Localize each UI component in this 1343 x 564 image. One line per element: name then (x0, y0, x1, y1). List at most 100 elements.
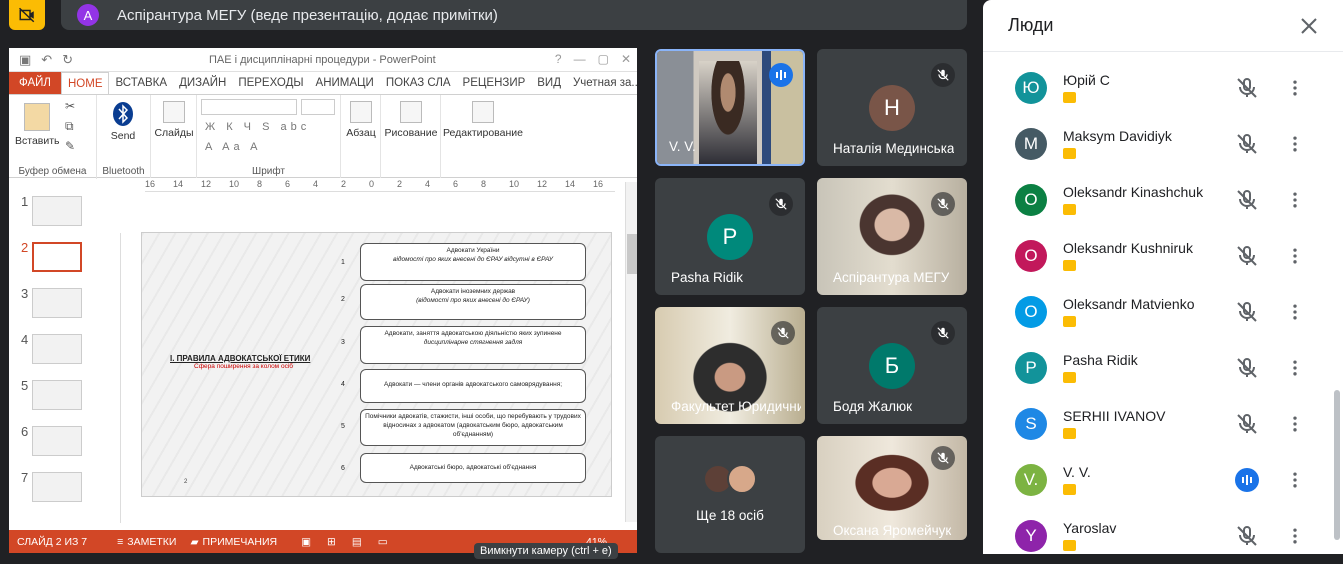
more-options-icon[interactable] (1283, 468, 1307, 492)
account-menu[interactable]: Учетная за... (567, 72, 637, 94)
mic-off-icon[interactable] (1235, 412, 1259, 436)
save-icon[interactable]: ▣ (19, 52, 31, 68)
camera-tooltip: Вимкнути камеру (ctrl + e) (474, 543, 618, 559)
more-options-icon[interactable] (1283, 244, 1307, 268)
paste-button[interactable]: Вставить (15, 103, 60, 147)
more-options-icon[interactable] (1283, 76, 1307, 100)
participant-row[interactable]: V. V. V. (983, 452, 1333, 508)
participant-row[interactable]: M Maksym Davidiyk (983, 116, 1333, 172)
drawing-button[interactable]: Рисование (383, 101, 439, 139)
tab-animations[interactable]: АНИМАЦИ (310, 72, 380, 94)
participant-tile[interactable]: Аспірантура МЕГУ (817, 178, 967, 295)
format-painter-icon[interactable]: ✎ (65, 139, 75, 153)
participant-row[interactable]: Y Yaroslav (983, 508, 1333, 564)
tab-design[interactable]: ДИЗАЙН (173, 72, 232, 94)
mic-off-icon[interactable] (1235, 300, 1259, 324)
bluetooth-icon (113, 102, 133, 126)
participant-row[interactable]: S SERHII IVANOV (983, 396, 1333, 452)
more-participants-tile[interactable]: Ще 18 осіб (655, 436, 805, 553)
people-scrollbar[interactable] (1334, 390, 1340, 540)
participant-row[interactable]: Ю Юрій С (983, 60, 1333, 116)
participant-tile[interactable]: Н Наталія Мединська (817, 49, 967, 166)
item-number: 5 (341, 423, 345, 430)
redo-icon[interactable]: ↻ (62, 52, 73, 68)
notes-button[interactable]: ≡ ЗАМЕТКИ (117, 536, 176, 548)
item-number: 6 (341, 465, 345, 472)
maximize-icon[interactable]: ▢ (598, 52, 609, 66)
help-icon[interactable]: ? (555, 52, 562, 66)
participant-row[interactable]: O Oleksandr Matvienko (983, 284, 1333, 340)
participant-row[interactable]: O Oleksandr Kinashchuk (983, 172, 1333, 228)
mic-off-icon[interactable] (1235, 524, 1259, 548)
slideshow-view-icon[interactable]: ▭ (378, 536, 388, 548)
more-options-icon[interactable] (1283, 412, 1307, 436)
tab-home[interactable]: HOME (60, 72, 110, 94)
ruler-tick: 8 (257, 179, 263, 189)
tab-transitions[interactable]: ПЕРЕХОДЫ (232, 72, 309, 94)
participant-tile-speaking[interactable]: V. V. (655, 49, 805, 166)
participant-tile[interactable]: Факультет Юридичний (655, 307, 805, 424)
participant-name: Юрій С (1063, 72, 1110, 88)
paragraph-button[interactable]: Абзац (343, 101, 379, 139)
current-slide[interactable]: І. ПРАВИЛА АДВОКАТСЬКОЇ ЕТИКИ Сфера поши… (141, 232, 612, 497)
tab-review[interactable]: РЕЦЕНЗИР (457, 72, 532, 94)
close-window-icon[interactable]: ✕ (621, 52, 631, 66)
font-color-icons[interactable]: A Aa A (205, 141, 261, 153)
host-badge-icon (1063, 540, 1076, 551)
comments-button[interactable]: ▰ ПРИМЕЧАНИЯ (190, 536, 277, 548)
editing-button[interactable]: Редактирование (441, 101, 525, 139)
more-participants-label: Ще 18 осіб (696, 508, 764, 523)
ruler-tick: 2 (397, 179, 403, 189)
participant-avatar: M (1015, 128, 1047, 160)
participant-avatar: P (1015, 352, 1047, 384)
participant-name: Факультет Юридичний (671, 399, 801, 414)
tab-view[interactable]: ВИД (531, 72, 567, 94)
mic-off-icon[interactable] (1235, 132, 1259, 156)
font-format-icons[interactable]: Ж К Ч S abc (205, 121, 310, 133)
presenter-banner: A Аспірантура МЕГУ (веде презентацію, до… (61, 0, 967, 30)
more-options-icon[interactable] (1283, 524, 1307, 548)
copy-icon[interactable]: ⧉ (65, 119, 74, 134)
cut-icon[interactable]: ✂ (65, 99, 75, 113)
participant-tile[interactable]: Оксана Яромейчук (817, 436, 967, 540)
more-options-icon[interactable] (1283, 188, 1307, 212)
mic-off-icon[interactable] (1235, 356, 1259, 380)
tab-slideshow[interactable]: ПОКАЗ СЛА (380, 72, 457, 94)
participant-tile[interactable]: Б Бодя Жалюк (817, 307, 967, 424)
slide-scrollbar[interactable] (625, 182, 637, 522)
send-button[interactable]: Send (103, 101, 143, 142)
tab-insert[interactable]: ВСТАВКА (109, 72, 173, 94)
participant-name: Pasha Ridik (671, 270, 744, 285)
participant-row[interactable]: O Oleksandr Kushniruk (983, 228, 1333, 284)
tab-file[interactable]: ФАЙЛ (9, 72, 61, 94)
sorter-view-icon[interactable]: ⊞ (327, 536, 336, 548)
participant-avatar: V. (1015, 464, 1047, 496)
more-options-icon[interactable] (1283, 132, 1307, 156)
presenter-avatar: A (77, 4, 99, 26)
paragraph-icon (350, 101, 372, 123)
more-options-icon[interactable] (1283, 356, 1307, 380)
reading-view-icon[interactable]: ▤ (352, 536, 362, 548)
undo-icon[interactable]: ↶ (41, 52, 52, 68)
close-icon[interactable] (1297, 14, 1321, 38)
more-options-icon[interactable] (1283, 300, 1307, 324)
camera-off-button[interactable] (9, 0, 45, 30)
participant-row[interactable]: P Pasha Ridik (983, 340, 1333, 396)
participant-avatar: Y (1015, 520, 1047, 552)
clipboard-label: Буфер обмена (18, 166, 87, 177)
participant-name: Oleksandr Kinashchuk (1063, 184, 1204, 200)
ruler-tick: 4 (313, 179, 319, 189)
participant-tile[interactable]: P Pasha Ridik (655, 178, 805, 295)
participant-name: Oleksandr Matvienko (1063, 296, 1195, 312)
font-size-select[interactable] (301, 99, 335, 115)
slides-button[interactable]: Слайды (153, 101, 195, 139)
minimize-icon[interactable]: — (574, 52, 586, 66)
ruler-tick: 10 (229, 179, 240, 189)
mic-off-icon[interactable] (1235, 244, 1259, 268)
font-name-select[interactable] (201, 99, 297, 115)
mic-off-icon[interactable] (1235, 188, 1259, 212)
participant-avatar (727, 464, 757, 494)
normal-view-icon[interactable]: ▣ (301, 536, 311, 548)
mic-off-icon[interactable] (1235, 76, 1259, 100)
ppt-window-title: ПАЕ і дисциплінарні процедури - PowerPoi… (209, 54, 436, 66)
